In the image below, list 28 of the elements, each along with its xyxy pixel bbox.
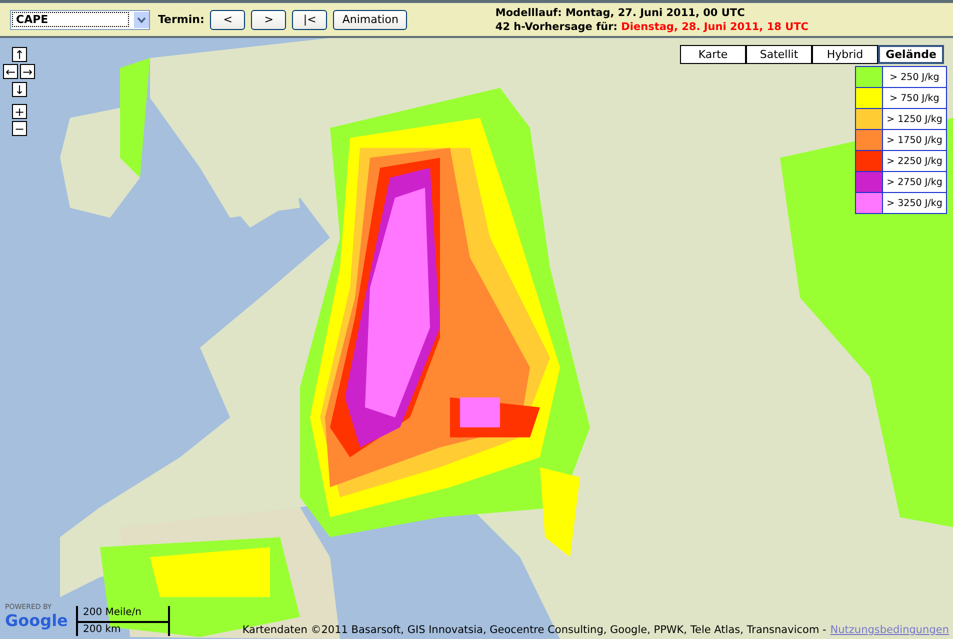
nav-button[interactable]: > (251, 10, 286, 30)
forecast-text: 42 h-Vorhersage für: Dienstag, 28. Juni 2011, 18 UTC (495, 20, 808, 34)
nav-button[interactable]: Animation (333, 10, 408, 30)
google-logo: Google (5, 611, 68, 631)
attribution-text: Kartendaten ©2011 Basarsoft, GIS Innovatsia, Geocentre Consulting, Google, PPWK, Tele Atlas, Transnavicom - (242, 624, 826, 636)
map-nav-button[interactable]: ↓ (12, 82, 27, 97)
map-type-tab[interactable]: Hybrid (812, 45, 878, 64)
map-nav-button[interactable]: → (20, 64, 35, 79)
legend-label: > 250 J/kg (888, 70, 940, 84)
map-nav-button[interactable]: − (12, 121, 27, 136)
legend-label: > 1750 J/kg (886, 134, 944, 148)
legend-label: > 1250 J/kg (886, 112, 944, 126)
map-type-tab[interactable]: Karte (680, 45, 746, 64)
parameter-select[interactable]: CAPE (10, 10, 150, 30)
model-run-text: Modelllauf: Montag, 27. Juni 2011, 00 UTC (495, 6, 746, 20)
legend-label: > 750 J/kg (888, 92, 940, 106)
nav-button[interactable]: < (210, 10, 246, 30)
scale-metric-text: 200 km (83, 624, 121, 636)
map-type-tab[interactable]: Gelände (878, 45, 944, 64)
termin-label: Termin: (158, 13, 204, 26)
map-nav-button[interactable]: ↑ (12, 47, 27, 62)
legend-label: > 2250 J/kg (886, 154, 944, 168)
legend-label: > 2750 J/kg (886, 176, 944, 190)
map-nav-button[interactable]: ← (3, 64, 18, 79)
nav-button[interactable]: |< (292, 10, 328, 30)
map-type-tab[interactable]: Satellit (746, 45, 812, 64)
legend-label: > 3250 J/kg (886, 196, 944, 210)
map-nav-button[interactable]: + (12, 104, 27, 119)
